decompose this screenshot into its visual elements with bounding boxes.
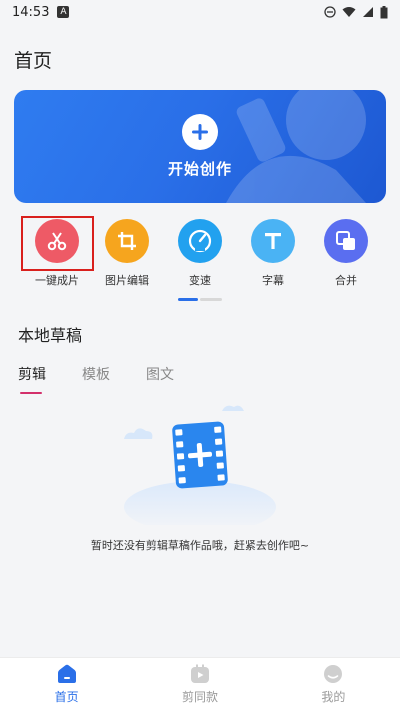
tool-speed[interactable]: 变速 <box>167 219 233 288</box>
tool-label: 合并 <box>335 274 357 287</box>
decorative-background-icon <box>226 90 366 203</box>
profile-icon <box>324 665 343 683</box>
drafts-section-title: 本地草稿 <box>18 326 83 345</box>
play-icon <box>190 664 209 683</box>
tab-image-text[interactable]: 图文 <box>146 364 174 394</box>
tool-label: 图片编辑 <box>105 274 149 287</box>
nav-label: 我的 <box>321 690 346 704</box>
bottom-navigation: 首页 剪同款 我的 <box>0 657 400 711</box>
speedometer-icon <box>178 219 222 263</box>
tab-template[interactable]: 模板 <box>82 364 110 394</box>
plus-icon <box>182 114 218 150</box>
status-time: 14:53 <box>12 4 50 20</box>
tool-label: 变速 <box>189 274 211 287</box>
start-creation-button[interactable]: 开始创作 <box>14 90 386 203</box>
home-icon <box>57 664 76 683</box>
notification-badge-icon: A <box>57 6 70 18</box>
drafts-tabs: 剪辑 模板 图文 <box>18 364 210 394</box>
signal-icon <box>363 7 373 17</box>
wifi-icon <box>342 7 356 17</box>
tab-edit[interactable]: 剪辑 <box>18 364 46 394</box>
scissors-icon <box>35 219 79 263</box>
nav-home[interactable]: 首页 <box>0 658 133 711</box>
nav-label: 剪同款 <box>181 690 218 704</box>
text-t-icon <box>251 219 295 263</box>
status-bar: 14:53 A <box>0 0 400 24</box>
crop-icon <box>105 219 149 263</box>
tool-image-edit[interactable]: 图片编辑 <box>94 219 160 288</box>
tool-merge[interactable]: 合并 <box>313 219 379 288</box>
nav-label: 首页 <box>54 690 79 704</box>
tools-row: 一键成片 图片编辑 变速 字幕 合并 <box>0 215 400 295</box>
merge-icon <box>324 219 368 263</box>
tools-page-indicator <box>178 298 222 301</box>
page-title: 首页 <box>14 50 53 72</box>
start-creation-label: 开始创作 <box>167 160 232 178</box>
tool-subtitles[interactable]: 字幕 <box>240 219 306 288</box>
nav-same-style[interactable]: 剪同款 <box>133 658 266 711</box>
empty-drafts-message: 暂时还没有剪辑草稿作品哦，赶紧去创作吧~ <box>90 539 310 552</box>
do-not-disturb-icon <box>324 6 336 18</box>
battery-icon <box>380 5 388 18</box>
tool-label: 一键成片 <box>35 274 79 287</box>
empty-drafts-illustration-icon <box>124 405 276 525</box>
tool-label: 字幕 <box>262 274 284 287</box>
tool-one-click-video[interactable]: 一键成片 <box>24 219 90 288</box>
nav-profile[interactable]: 我的 <box>267 658 400 711</box>
